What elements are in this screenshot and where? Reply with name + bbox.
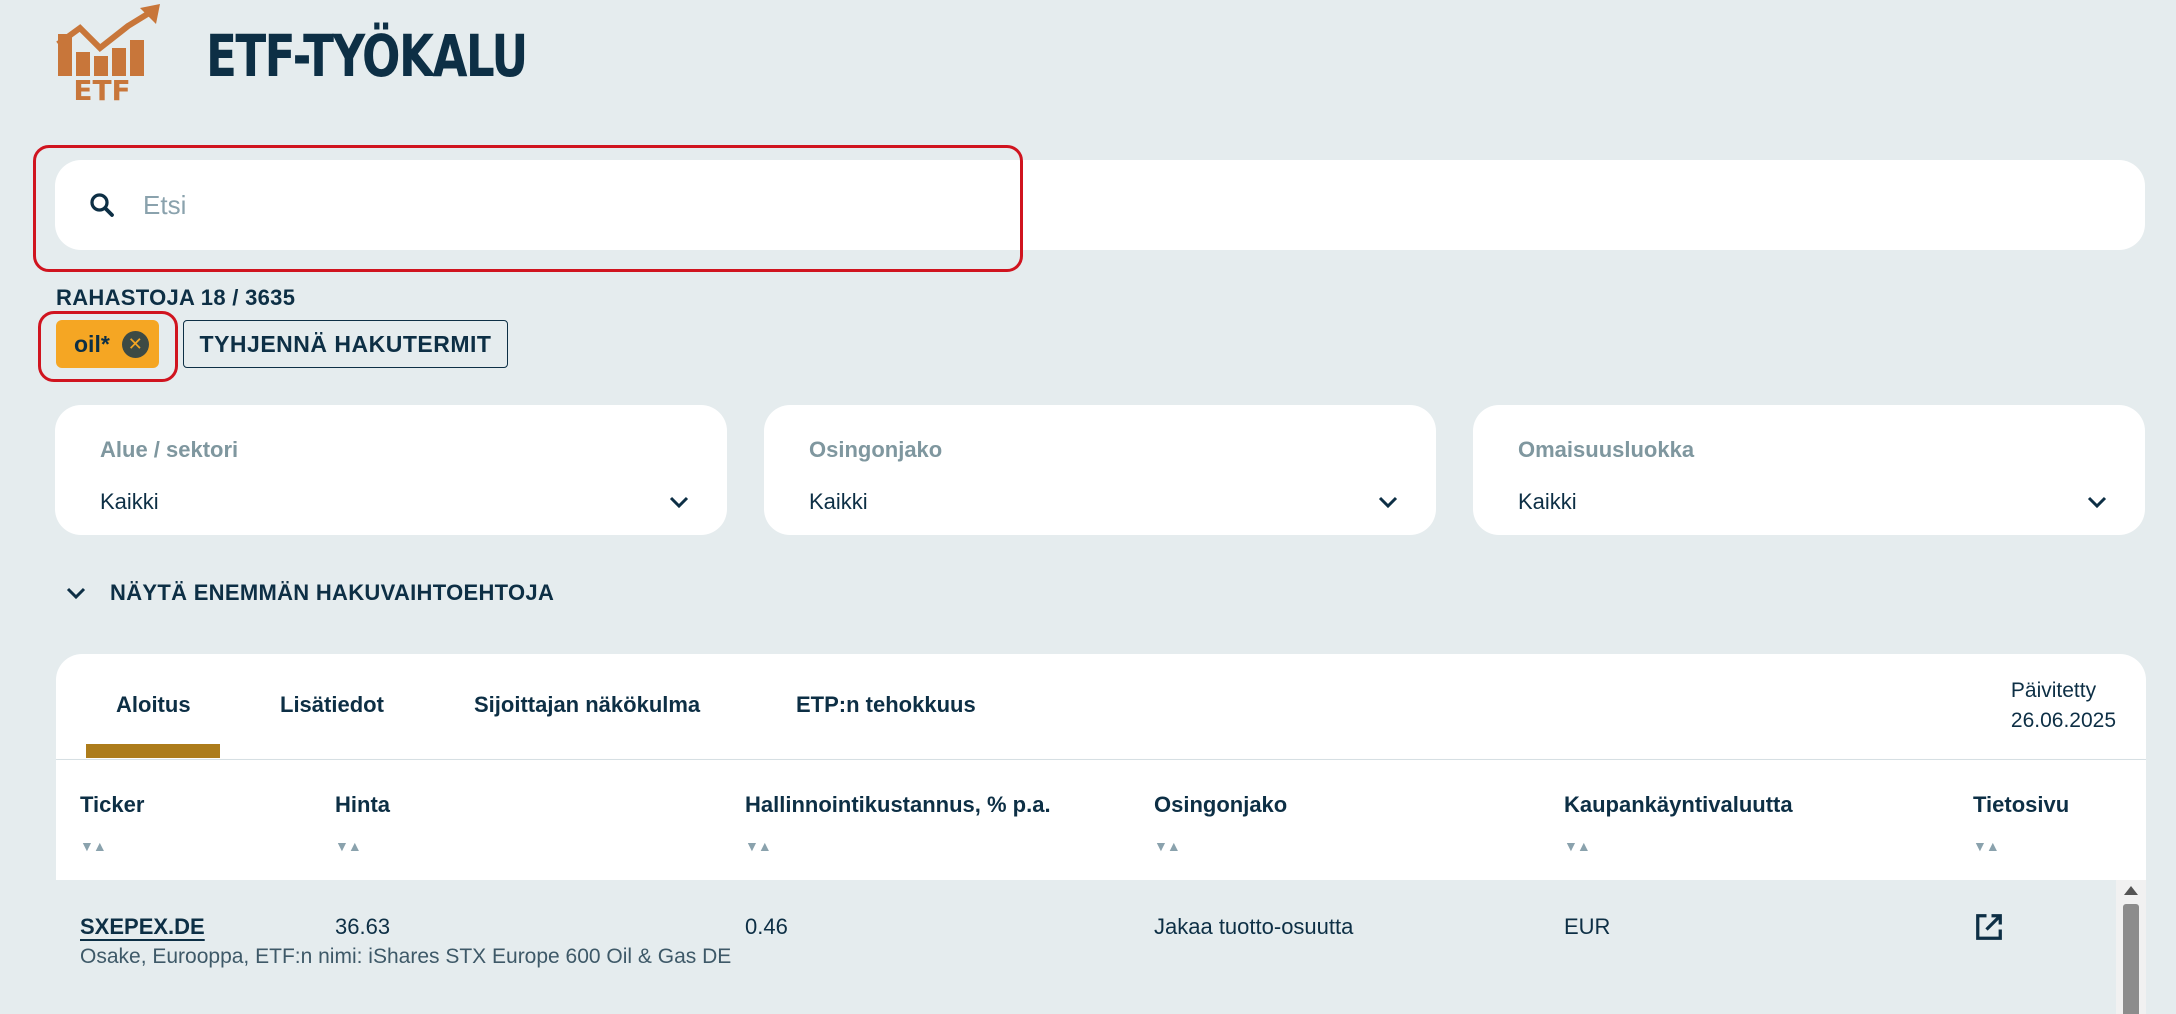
chevron-down-icon bbox=[1378, 496, 1398, 509]
search-input[interactable] bbox=[141, 188, 1945, 222]
results-card: Aloitus Lisätiedot Sijoittajan näkökulma… bbox=[56, 654, 2146, 1014]
search-term-label: oil* bbox=[74, 330, 110, 357]
app-title: ETF-TYÖKALU bbox=[206, 22, 528, 90]
column-header-fee[interactable]: Hallinnointikustannus, % p.a. bbox=[745, 792, 1051, 818]
tab-aloitus[interactable]: Aloitus bbox=[116, 692, 191, 718]
sort-icon[interactable]: ▼▲ bbox=[1564, 838, 1591, 854]
filter-region-sector[interactable]: Alue / sektori Kaikki bbox=[55, 405, 727, 535]
column-header-price[interactable]: Hinta bbox=[335, 792, 390, 818]
filter-distribution[interactable]: Osingonjako Kaikki bbox=[764, 405, 1436, 535]
sort-icon[interactable]: ▼▲ bbox=[80, 838, 107, 854]
sort-icon[interactable]: ▼▲ bbox=[335, 838, 362, 854]
row-description: Osake, Eurooppa, ETF:n nimi: iShares STX… bbox=[80, 945, 732, 968]
tab-sijoittajan-nakokulma[interactable]: Sijoittajan näkökulma bbox=[474, 692, 700, 718]
results-count: RAHASTOJA 18 / 3635 bbox=[56, 285, 296, 310]
currency-cell: EUR bbox=[1564, 914, 1611, 939]
search-term-chip[interactable]: oil* ✕ bbox=[56, 320, 159, 368]
tab-etp-tehokkuus[interactable]: ETP:n tehokkuus bbox=[796, 692, 976, 718]
open-in-new-icon[interactable] bbox=[1974, 912, 2004, 942]
show-more-options-toggle[interactable]: NÄYTÄ ENEMMÄN HAKUVAIHTOEHTOJA bbox=[64, 580, 554, 606]
filter-label: Omaisuusluokka bbox=[1518, 437, 1695, 462]
scroll-up-arrow[interactable] bbox=[2124, 886, 2138, 895]
column-header-info-page[interactable]: Tietosivu bbox=[1973, 792, 2069, 818]
filter-value: Kaikki bbox=[1518, 489, 1577, 514]
filter-asset-class[interactable]: Omaisuusluokka Kaikki bbox=[1473, 405, 2145, 535]
updated-date: 26.06.2025 bbox=[2010, 709, 2116, 732]
svg-text:ETF: ETF bbox=[73, 74, 130, 104]
updated-label: Päivitetty bbox=[2010, 679, 2097, 702]
search-bar[interactable] bbox=[55, 160, 2145, 250]
close-circle-icon[interactable]: ✕ bbox=[121, 330, 149, 358]
ticker-link[interactable]: SXEPEX.DE bbox=[80, 914, 205, 940]
updated-info: Päivitetty 26.06.2025 bbox=[2011, 676, 2116, 736]
table-row[interactable]: SXEPEX.DE 36.63 0.46 Jakaa tuotto-osuutt… bbox=[56, 880, 2116, 1014]
price-cell: 36.63 bbox=[335, 914, 391, 939]
tab-bar: Aloitus Lisätiedot Sijoittajan näkökulma… bbox=[56, 654, 2146, 760]
column-header-ticker[interactable]: Ticker bbox=[80, 792, 144, 818]
show-more-options-label: NÄYTÄ ENEMMÄN HAKUVAIHTOEHTOJA bbox=[110, 580, 555, 605]
search-icon bbox=[90, 193, 114, 217]
table-header: Ticker Hinta Hallinnointikustannus, % p.… bbox=[56, 760, 2146, 880]
table-scrollbar[interactable] bbox=[2116, 880, 2146, 1014]
chevron-down-icon bbox=[66, 587, 86, 600]
sort-icon[interactable]: ▼▲ bbox=[745, 838, 772, 854]
sort-icon[interactable]: ▼▲ bbox=[1154, 838, 1181, 854]
fee-cell: 0.46 bbox=[745, 914, 788, 939]
filter-value: Kaikki bbox=[809, 489, 868, 514]
column-header-distribution[interactable]: Osingonjako bbox=[1154, 792, 1287, 818]
chevron-down-icon bbox=[2087, 496, 2107, 509]
tab-lisatiedot[interactable]: Lisätiedot bbox=[280, 692, 384, 718]
distribution-cell: Jakaa tuotto-osuutta bbox=[1154, 914, 1354, 939]
etf-logo: ETF bbox=[54, 4, 160, 104]
sort-icon[interactable]: ▼▲ bbox=[1973, 838, 2000, 854]
clear-search-terms-button[interactable]: TYHJENNÄ HAKUTERMIT bbox=[183, 320, 508, 368]
active-tab-indicator bbox=[86, 744, 220, 758]
chevron-down-icon bbox=[669, 496, 689, 509]
column-header-currency[interactable]: Kaupankäyntivaluutta bbox=[1564, 792, 1793, 818]
filter-label: Alue / sektori bbox=[100, 437, 239, 462]
scrollbar-thumb[interactable] bbox=[2123, 904, 2139, 1014]
filter-label: Osingonjako bbox=[809, 437, 943, 462]
filter-value: Kaikki bbox=[100, 489, 159, 514]
